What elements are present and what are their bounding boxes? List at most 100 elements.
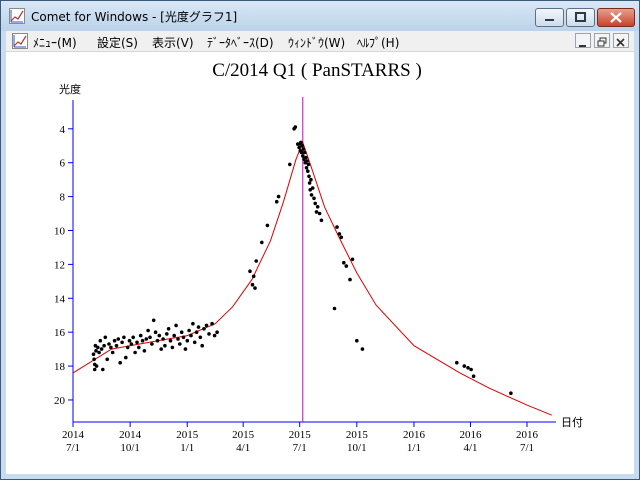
title-bar[interactable]: Comet for Windows - [光度グラフ1]: [1, 1, 639, 31]
x-tick-year-label: 2016: [459, 429, 482, 441]
observation-point: [157, 333, 162, 338]
close-button[interactable]: [597, 8, 635, 27]
chart-title: C/2014 Q1 ( PanSTARRS ): [212, 60, 422, 81]
observation-point: [161, 337, 165, 341]
observation-point: [92, 357, 96, 362]
minimize-button[interactable]: [535, 8, 564, 27]
y-ticks: 4 6 8 10 12 14 16 18 20: [54, 124, 73, 407]
close-icon: [610, 12, 622, 23]
x-tick-year-label: 2016: [403, 429, 426, 441]
observation-point: [355, 338, 359, 343]
x-tick-date-label: 4/1: [463, 442, 477, 454]
child-close-button[interactable]: [613, 33, 629, 48]
minimize-icon: [579, 45, 586, 47]
observation-point: [342, 260, 346, 265]
observation-point: [344, 264, 349, 268]
y-tick-label: 10: [54, 225, 66, 237]
observation-point: [102, 343, 106, 348]
observation-point: [210, 321, 214, 326]
observation-point: [131, 335, 135, 340]
observation-point: [101, 367, 105, 372]
x-tick-year-label: 2015: [176, 429, 199, 441]
x-tick-date-label: 7/1: [520, 442, 534, 454]
observation-point: [103, 335, 108, 340]
menu-item-window[interactable]: ｳｨﾝﾄﾞｳ(W): [288, 34, 345, 51]
observation-point: [250, 282, 255, 287]
observation-point: [307, 181, 312, 185]
x-tick-date-label: 10/1: [120, 442, 140, 454]
observation-point: [109, 345, 113, 350]
menu-item-database[interactable]: ﾃﾞｰﾀﾍﾞｰｽ(D): [207, 34, 274, 51]
menu-item-menu[interactable]: ﾒﾆｭｰ(M): [33, 34, 77, 51]
observation-point: [215, 330, 219, 335]
observation-point: [114, 343, 119, 348]
observation-point: [192, 340, 197, 345]
observation-point: [204, 323, 209, 328]
observation-point: [202, 327, 206, 331]
x-axis-label: 日付: [561, 416, 583, 429]
restore-icon: [597, 37, 607, 47]
observation-point: [133, 350, 137, 355]
observation-point: [163, 343, 167, 348]
observation-point: [302, 150, 307, 155]
x-tick-year-label: 2015: [289, 429, 312, 441]
observation-point: [140, 338, 145, 343]
observation-point: [181, 335, 186, 340]
predicted-light-curve: [72, 140, 552, 416]
observation-point: [314, 210, 319, 214]
close-icon: [616, 38, 625, 47]
observation-point: [146, 328, 150, 333]
observation-point: [306, 162, 311, 167]
observation-point: [198, 335, 203, 340]
observation-point: [335, 225, 339, 229]
observation-point: [97, 350, 101, 355]
observation-point: [96, 345, 100, 350]
observation-point: [307, 174, 311, 179]
observation-point: [127, 338, 132, 343]
observation-point: [159, 347, 163, 351]
observation-point: [196, 325, 201, 329]
app-window: Comet for Windows - [光度グラフ1] ﾒﾆｭｰ(M) 設定(…: [0, 0, 640, 480]
observation-point: [305, 159, 309, 163]
observation-point: [98, 338, 103, 343]
observation-point: [310, 186, 315, 190]
observation-point: [91, 352, 96, 357]
y-tick-label: 20: [54, 395, 66, 407]
child-minimize-button[interactable]: [575, 33, 591, 48]
observation-point: [94, 364, 99, 368]
menu-item-help[interactable]: ﾍﾙﾌﾟ(H): [357, 34, 399, 51]
observation-point: [125, 345, 130, 350]
observation-point: [297, 145, 301, 150]
observation-point: [462, 364, 467, 368]
menu-item-view[interactable]: 表示(V): [152, 34, 194, 51]
observation-point: [260, 240, 264, 245]
observation-point: [300, 144, 305, 148]
y-tick-label: 18: [54, 361, 66, 373]
window-title: Comet for Windows - [光度グラフ1]: [31, 10, 238, 24]
observation-point: [150, 342, 154, 346]
observation-point: [304, 166, 309, 170]
x-ticks: 20147/1201410/120151/120154/120157/12015…: [62, 422, 539, 454]
observation-point: [137, 345, 141, 350]
observation-point: [251, 274, 256, 279]
observation-point: [174, 323, 178, 328]
observation-point: [170, 345, 175, 350]
observation-point: [124, 355, 128, 360]
observation-point: [293, 125, 298, 129]
observation-point: [129, 342, 134, 346]
observation-point: [304, 155, 308, 160]
maximize-button[interactable]: [566, 8, 595, 27]
child-window-icon[interactable]: [12, 33, 28, 49]
observation-point: [274, 199, 279, 204]
observation-point: [183, 347, 188, 351]
observation-point: [319, 218, 324, 223]
y-axis-label: 光度: [59, 82, 81, 96]
observation-point: [313, 201, 318, 206]
observation-point: [509, 391, 513, 396]
menu-item-settings[interactable]: 設定(S): [97, 34, 138, 51]
child-restore-button[interactable]: [594, 33, 610, 48]
observation-point: [276, 194, 281, 199]
observation-point: [309, 177, 313, 182]
observation-point: [166, 327, 171, 331]
observation-point: [118, 360, 122, 365]
